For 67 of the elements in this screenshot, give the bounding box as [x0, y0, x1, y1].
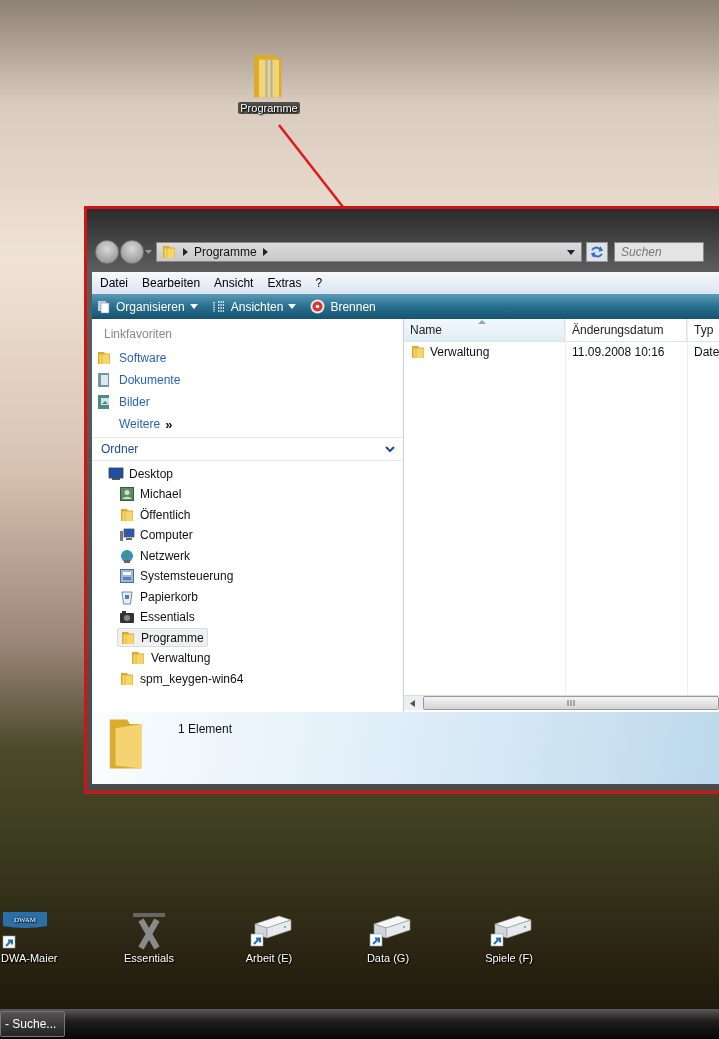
item-count: 1 Element — [178, 722, 233, 736]
tree-item[interactable]: Öffentlich — [117, 505, 194, 524]
folder-icon — [130, 650, 146, 666]
picture-icon — [96, 394, 112, 410]
tree-item[interactable]: Papierkorb — [117, 587, 202, 606]
tree-item[interactable]: Computer — [117, 525, 196, 545]
pages-icon — [97, 299, 111, 314]
column-header[interactable]: Name — [404, 319, 565, 342]
tree-item[interactable]: Verwaltung — [128, 648, 214, 668]
folder-icon — [119, 670, 135, 687]
section-heading: Linkfavoriten — [103, 327, 174, 343]
tree-item[interactable]: spm_keygen-win64 — [117, 669, 247, 688]
tree-item[interactable]: Programme — [117, 628, 208, 647]
favorite-link[interactable]: Bilder — [92, 391, 403, 413]
folder-icon — [161, 244, 177, 260]
menu-item[interactable]: Extras — [267, 276, 302, 290]
tree-item[interactable]: Systemsteuerung — [117, 566, 237, 586]
address-bar[interactable]: Programme — [156, 242, 582, 262]
favorite-link[interactable]: Software — [92, 347, 403, 369]
taskbar-button[interactable]: - Suche... — [0, 1011, 66, 1037]
table-cell-text: Date — [693, 344, 719, 361]
toolbar-button[interactable]: Ansichten — [211, 299, 297, 314]
folder-icon — [120, 629, 136, 646]
bin-icon — [119, 588, 135, 605]
columns-icon — [211, 299, 226, 314]
tree-item[interactable]: Michael — [117, 484, 185, 504]
table-cell-text: 11.09.2008 10:16 — [571, 344, 666, 361]
folder-icon — [96, 350, 112, 366]
desktop-icon[interactable]: Arbeit (E) — [229, 910, 309, 964]
left-arrow-icon — [410, 699, 415, 707]
menu-item[interactable]: ? — [315, 276, 323, 290]
menu-item[interactable]: Bearbeiten — [142, 276, 201, 290]
disc-icon — [310, 299, 326, 314]
desktop-icon[interactable]: Essentials — [109, 910, 189, 964]
folder-icon — [119, 506, 135, 523]
desktop-icon[interactable]: Spiele (F) — [469, 910, 549, 964]
toolbar-button[interactable]: Organisieren — [97, 299, 198, 314]
camera-icon — [119, 609, 135, 625]
document-icon — [96, 372, 112, 388]
menu-item[interactable]: Datei — [100, 276, 128, 290]
tree-item[interactable]: Netzwerk — [117, 546, 193, 565]
tree-item[interactable]: Essentials — [117, 607, 198, 627]
folder-icon — [410, 344, 426, 360]
caret-icon — [145, 249, 152, 255]
panel-icon — [119, 568, 135, 584]
more-link[interactable]: Weitere » — [92, 413, 403, 438]
folders-header[interactable]: Ordner — [92, 438, 403, 461]
network-icon — [119, 547, 135, 564]
back-button[interactable] — [95, 240, 119, 264]
triangle-icon — [262, 248, 268, 256]
caret-icon — [567, 249, 575, 255]
address-segment[interactable]: Programme — [194, 245, 257, 259]
toolbar-button[interactable]: Brennen — [310, 299, 376, 314]
search-field[interactable]: Suchen — [614, 242, 704, 262]
menu-item[interactable]: Ansicht — [214, 276, 254, 290]
monitor-icon — [108, 465, 124, 482]
triangle-icon — [183, 248, 188, 256]
file-name[interactable]: Verwaltung — [404, 342, 565, 362]
favorite-link[interactable]: Dokumente — [92, 369, 403, 391]
portrait-icon — [119, 486, 135, 502]
computer-icon — [119, 527, 135, 543]
desktop-icon[interactable]: Data (G) — [348, 910, 428, 964]
column-header[interactable]: Änderungsdatum — [566, 319, 687, 342]
tree-item[interactable]: Desktop — [106, 464, 177, 483]
grip-icon — [566, 700, 576, 706]
forward-button[interactable] — [120, 240, 144, 264]
refresh-icon — [586, 242, 608, 262]
